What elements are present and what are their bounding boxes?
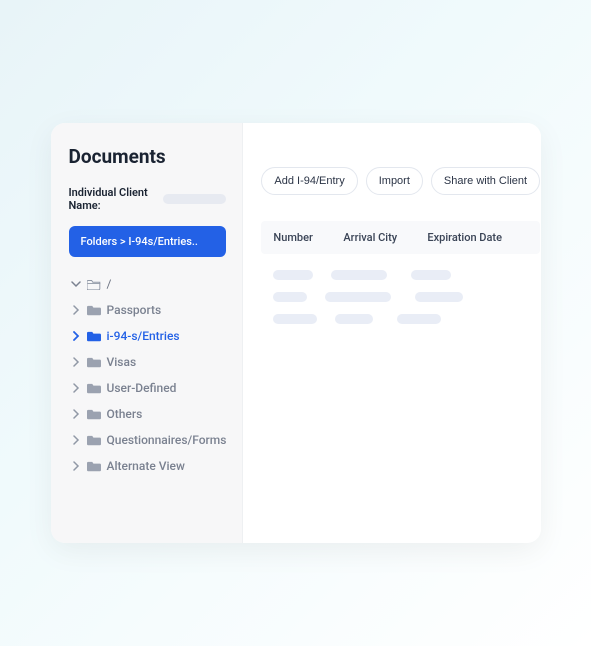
- folder-icon: [87, 304, 101, 316]
- folder-icon: [87, 330, 101, 342]
- column-header-arrival-city[interactable]: Arrival City: [343, 231, 409, 244]
- folder-open-icon: [87, 278, 101, 290]
- tree-item-visas[interactable]: Visas: [69, 349, 227, 375]
- table-row[interactable]: [273, 292, 528, 302]
- tree-item-label: Passports: [107, 303, 162, 317]
- share-with-client-button[interactable]: Share with Client: [431, 167, 540, 195]
- cell-placeholder: [273, 314, 317, 324]
- sidebar: Documents Individual Client Name: Folder…: [51, 123, 244, 543]
- main-content: Add I-94/Entry Import Share with Client …: [243, 123, 540, 543]
- tree-item-label: i-94-s/Entries: [107, 329, 180, 343]
- tree-item-i94-entries[interactable]: i-94-s/Entries: [69, 323, 227, 349]
- chevron-right-icon: [71, 435, 81, 445]
- tree-item-label: Others: [107, 407, 143, 421]
- tree-item-label: Visas: [107, 355, 137, 369]
- tree-item-user-defined[interactable]: User-Defined: [69, 375, 227, 401]
- chevron-right-icon: [71, 383, 81, 393]
- import-button[interactable]: Import: [366, 167, 423, 195]
- column-header-expiration-date[interactable]: Expiration Date: [427, 231, 528, 244]
- tree-root[interactable]: /: [69, 271, 227, 297]
- tree-item-questionnaires[interactable]: Questionnaires/Forms: [69, 427, 227, 453]
- column-header-number[interactable]: Number: [273, 231, 325, 244]
- folder-icon: [87, 460, 101, 472]
- table-header: Number Arrival City Expiration Date: [261, 221, 540, 254]
- add-i94-entry-button[interactable]: Add I-94/Entry: [261, 167, 357, 195]
- client-name-placeholder: [163, 194, 227, 204]
- table-row[interactable]: [273, 270, 528, 280]
- folder-tree: / Passports: [69, 271, 227, 479]
- tree-item-label: Questionnaires/Forms: [107, 433, 227, 447]
- folder-icon: [87, 356, 101, 368]
- breadcrumb[interactable]: Folders > I-94s/Entries..: [69, 226, 227, 257]
- tree-item-alternate-view[interactable]: Alternate View: [69, 453, 227, 479]
- cell-placeholder: [335, 314, 373, 324]
- cell-placeholder: [325, 292, 391, 302]
- folder-icon: [87, 382, 101, 394]
- tree-item-others[interactable]: Others: [69, 401, 227, 427]
- cell-placeholder: [397, 314, 441, 324]
- chevron-right-icon: [71, 461, 81, 471]
- documents-panel: Documents Individual Client Name: Folder…: [51, 123, 541, 543]
- cell-placeholder: [273, 292, 307, 302]
- table-row[interactable]: [273, 314, 528, 324]
- chevron-right-icon: [71, 357, 81, 367]
- cell-placeholder: [415, 292, 463, 302]
- folder-icon: [87, 434, 101, 446]
- chevron-right-icon: [71, 331, 81, 341]
- action-bar: Add I-94/Entry Import Share with Client: [261, 167, 540, 195]
- chevron-right-icon: [71, 409, 81, 419]
- tree-root-label: /: [107, 277, 112, 291]
- tree-item-label: User-Defined: [107, 381, 177, 395]
- client-name-row: Individual Client Name:: [69, 186, 227, 212]
- tree-item-passports[interactable]: Passports: [69, 297, 227, 323]
- page-title: Documents: [69, 145, 227, 168]
- cell-placeholder: [411, 270, 451, 280]
- folder-icon: [87, 408, 101, 420]
- table-body: [261, 270, 540, 324]
- cell-placeholder: [331, 270, 387, 280]
- client-name-label: Individual Client Name:: [69, 186, 157, 212]
- chevron-down-icon: [71, 279, 81, 289]
- cell-placeholder: [273, 270, 313, 280]
- chevron-right-icon: [71, 305, 81, 315]
- tree-item-label: Alternate View: [107, 459, 185, 473]
